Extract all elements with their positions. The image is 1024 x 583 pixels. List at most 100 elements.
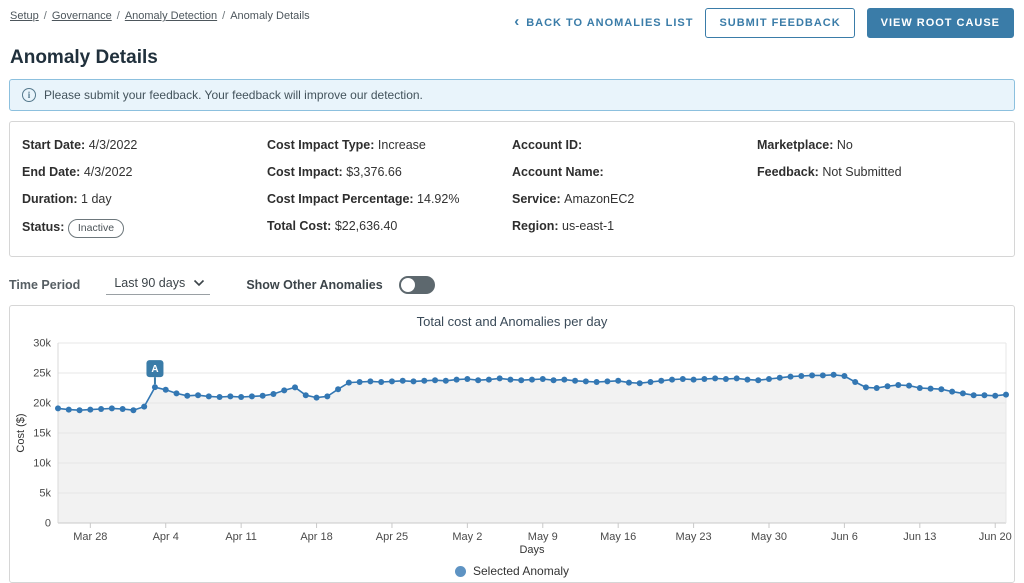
submit-feedback-button[interactable]: SUBMIT FEEDBACK <box>705 8 855 38</box>
data-point[interactable] <box>690 376 697 383</box>
data-point[interactable] <box>701 376 708 382</box>
data-point[interactable] <box>992 392 999 399</box>
data-point[interactable] <box>65 406 72 413</box>
data-point[interactable] <box>130 407 137 414</box>
data-point[interactable] <box>615 377 622 384</box>
data-point[interactable] <box>238 394 245 400</box>
data-point[interactable] <box>658 377 665 384</box>
cost-anomalies-chart[interactable]: 0 5k 10k 15k 20k 25k 30k Mar 28 Apr 4 Apr 11 Apr 1… <box>10 335 1016 557</box>
data-point[interactable] <box>787 373 794 380</box>
data-point[interactable] <box>335 386 342 393</box>
data-point[interactable] <box>647 379 654 385</box>
data-point[interactable] <box>873 385 880 391</box>
data-point[interactable] <box>809 372 816 379</box>
data-point[interactable] <box>938 386 945 393</box>
data-point[interactable] <box>55 405 61 412</box>
data-point[interactable] <box>173 390 180 397</box>
data-point[interactable] <box>485 376 492 383</box>
breadcrumb-item[interactable]: Governance <box>52 10 112 22</box>
data-point[interactable] <box>302 392 309 399</box>
data-point[interactable] <box>572 377 579 384</box>
data-point[interactable] <box>830 371 837 378</box>
data-point[interactable] <box>841 373 848 379</box>
data-point[interactable] <box>722 376 729 382</box>
data-point[interactable] <box>205 393 212 400</box>
data-point[interactable] <box>679 376 686 382</box>
data-point[interactable] <box>313 394 320 401</box>
data-point[interactable] <box>141 403 148 410</box>
data-point[interactable] <box>270 391 277 397</box>
data-point[interactable] <box>529 376 535 383</box>
data-point[interactable] <box>895 382 902 388</box>
time-period-dropdown[interactable]: Last 90 days <box>106 274 211 295</box>
data-point[interactable] <box>496 375 503 382</box>
data-point[interactable] <box>345 379 352 386</box>
data-point[interactable] <box>636 380 643 387</box>
data-point[interactable] <box>184 392 191 399</box>
data-point[interactable] <box>766 376 772 382</box>
data-point[interactable] <box>292 384 298 391</box>
data-point[interactable] <box>464 376 471 382</box>
data-point[interactable] <box>798 373 805 379</box>
data-point[interactable] <box>884 383 891 390</box>
data-point[interactable] <box>852 379 859 385</box>
show-other-anomalies-toggle[interactable] <box>398 275 435 294</box>
back-to-anomalies-link[interactable]: ‹ BACK TO ANOMALIES LIST <box>514 14 693 29</box>
data-point[interactable] <box>733 375 740 382</box>
data-point[interactable] <box>356 379 363 385</box>
data-point[interactable] <box>604 378 611 385</box>
data-point[interactable] <box>76 407 83 414</box>
data-point[interactable] <box>281 387 288 394</box>
data-point[interactable] <box>949 388 956 395</box>
data-point[interactable] <box>87 406 94 413</box>
data-point[interactable] <box>582 378 589 385</box>
breadcrumb-item[interactable]: Setup <box>10 10 39 22</box>
data-point[interactable] <box>862 384 869 391</box>
data-point[interactable] <box>442 377 449 384</box>
data-point[interactable] <box>593 379 600 385</box>
data-point[interactable] <box>518 377 525 384</box>
data-point[interactable] <box>399 377 406 384</box>
data-point[interactable] <box>927 385 934 392</box>
data-point[interactable] <box>367 378 374 385</box>
data-point[interactable] <box>216 394 223 400</box>
data-point[interactable] <box>906 382 913 389</box>
data-point[interactable] <box>227 393 234 400</box>
data-point[interactable] <box>453 376 460 383</box>
data-point[interactable] <box>98 406 105 412</box>
data-point[interactable] <box>432 377 439 384</box>
view-root-cause-button[interactable]: VIEW ROOT CAUSE <box>866 8 1014 38</box>
data-point[interactable] <box>776 374 783 381</box>
breadcrumb-item[interactable]: Anomaly Detection <box>125 10 217 22</box>
data-point[interactable] <box>108 405 115 412</box>
data-point[interactable] <box>195 392 202 399</box>
data-point[interactable] <box>378 379 385 385</box>
data-point[interactable] <box>712 375 719 382</box>
data-point[interactable] <box>324 393 331 400</box>
data-point[interactable] <box>475 377 482 384</box>
x-axis-title: Days <box>519 544 545 556</box>
data-point[interactable] <box>388 378 395 385</box>
data-point[interactable] <box>959 390 966 397</box>
detail-label: Status: <box>22 220 68 234</box>
data-point[interactable] <box>507 376 514 383</box>
data-point[interactable] <box>1003 391 1009 398</box>
data-point[interactable] <box>421 377 428 384</box>
data-point[interactable] <box>669 376 676 383</box>
data-point[interactable] <box>539 376 546 382</box>
data-point[interactable] <box>916 385 923 391</box>
data-point[interactable] <box>625 379 632 386</box>
data-point[interactable] <box>259 392 266 399</box>
data-point[interactable] <box>819 372 826 379</box>
data-point[interactable] <box>162 386 169 393</box>
data-point[interactable] <box>119 406 126 412</box>
data-point[interactable] <box>561 376 568 383</box>
data-point[interactable] <box>410 378 417 385</box>
data-point[interactable] <box>744 376 751 383</box>
data-point[interactable] <box>981 392 988 399</box>
data-point[interactable] <box>755 377 762 384</box>
data-point[interactable] <box>970 392 977 399</box>
data-point[interactable] <box>248 393 255 400</box>
data-point[interactable] <box>550 377 557 384</box>
data-point[interactable] <box>151 384 158 391</box>
